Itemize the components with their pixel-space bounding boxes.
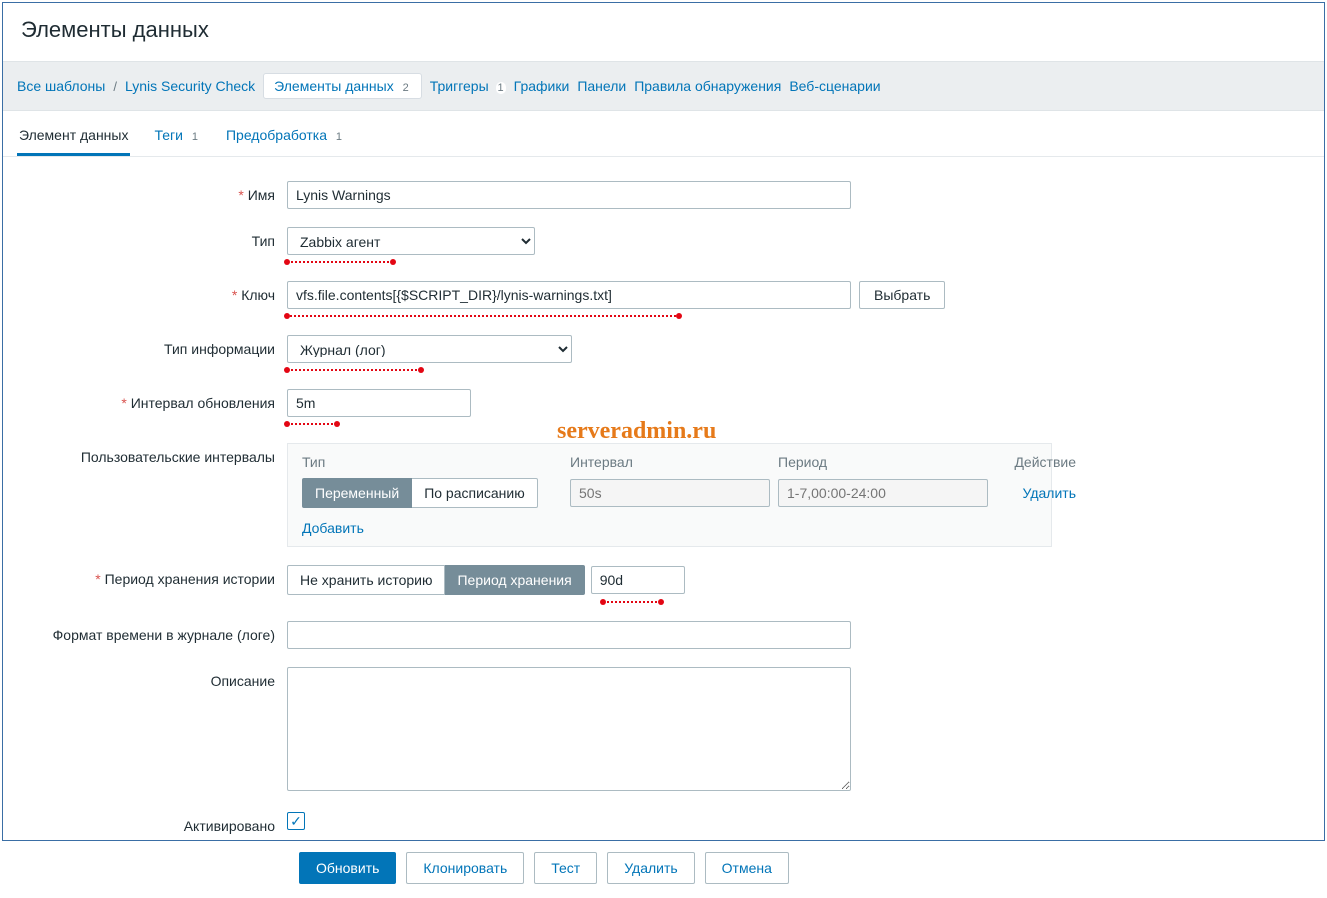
annotation-info-type — [287, 365, 421, 371]
tab-tags[interactable]: Теги 1 — [152, 119, 202, 156]
interval-scheduling-button[interactable]: По расписанию — [412, 478, 538, 508]
label-type: Тип — [17, 227, 287, 249]
interval-type-toggle: Переменный По расписанию — [302, 478, 562, 508]
interval-delete-link[interactable]: Удалить — [996, 485, 1076, 501]
tab-preprocessing[interactable]: Предобработка 1 — [224, 119, 346, 156]
description-textarea[interactable] — [287, 667, 851, 791]
type-select[interactable]: Zabbix агент — [287, 227, 535, 255]
annotation-type — [287, 257, 393, 263]
tab-preproc-label: Предобработка — [226, 127, 327, 143]
history-value-field[interactable] — [591, 566, 685, 594]
annotation-update-interval — [287, 419, 337, 425]
breadcrumb-triggers[interactable]: Триггеры 1 — [430, 78, 506, 94]
label-history: Период хранения истории — [17, 565, 287, 587]
label-description: Описание — [17, 667, 287, 689]
label-enabled: Активировано — [17, 812, 287, 834]
update-button[interactable]: Обновить — [299, 852, 396, 884]
interval-add-link[interactable]: Добавить — [302, 520, 364, 536]
tab-preproc-count: 1 — [334, 131, 344, 143]
update-interval-field[interactable] — [287, 389, 471, 417]
info-type-select[interactable]: Журнал (лог) — [287, 335, 572, 363]
label-update-interval: Интервал обновления — [17, 389, 287, 411]
test-button[interactable]: Тест — [534, 852, 597, 884]
tabs: Элемент данных Теги 1 Предобработка 1 — [3, 111, 1324, 157]
breadcrumb-discovery[interactable]: Правила обнаружения — [634, 78, 781, 94]
name-field[interactable] — [287, 181, 851, 209]
label-custom-intervals: Пользовательские интервалы — [17, 443, 287, 465]
cancel-button[interactable]: Отмена — [705, 852, 789, 884]
history-store-button[interactable]: Период хранения — [445, 565, 584, 595]
interval-flexible-button[interactable]: Переменный — [302, 478, 412, 508]
interval-value-field[interactable] — [570, 479, 770, 507]
annotation-history — [603, 597, 661, 603]
label-key: Ключ — [17, 281, 287, 303]
intervals-col-interval: Интервал — [570, 454, 770, 470]
label-info-type: Тип информации — [17, 335, 287, 357]
annotation-key — [287, 311, 679, 317]
select-button[interactable]: Выбрать — [859, 281, 945, 309]
tab-tags-count: 1 — [190, 131, 200, 143]
breadcrumb-triggers-label: Триггеры — [430, 78, 489, 94]
breadcrumb-web[interactable]: Веб-сценарии — [789, 78, 880, 94]
tab-tags-label: Теги — [154, 127, 182, 143]
history-no-store-button[interactable]: Не хранить историю — [287, 565, 445, 595]
intervals-col-type: Тип — [302, 454, 562, 470]
breadcrumb-items-label: Элементы данных — [274, 78, 394, 94]
breadcrumb-sep: / — [113, 79, 117, 94]
action-buttons: Обновить Клонировать Тест Удалить Отмена — [299, 852, 1310, 884]
form: Имя Тип Zabbix агент Ключ Выбрать — [3, 157, 1324, 898]
custom-intervals-box: Тип Интервал Период Действие Переменный … — [287, 443, 1052, 547]
log-time-format-field[interactable] — [287, 621, 851, 649]
breadcrumb-all-templates[interactable]: Все шаблоны — [17, 78, 105, 94]
tab-item[interactable]: Элемент данных — [17, 119, 130, 156]
breadcrumb-panels[interactable]: Панели — [577, 78, 626, 94]
label-log-time-format: Формат времени в журнале (логе) — [17, 621, 287, 643]
interval-period-field[interactable] — [778, 479, 988, 507]
breadcrumb-graphs[interactable]: Графики — [514, 78, 570, 94]
breadcrumb: Все шаблоны / Lynis Security Check Элеме… — [3, 61, 1324, 111]
key-field[interactable] — [287, 281, 851, 309]
breadcrumb-items-count: 2 — [401, 82, 411, 94]
history-storage-toggle: Не хранить историю Период хранения — [287, 565, 585, 595]
label-name: Имя — [17, 181, 287, 203]
clone-button[interactable]: Клонировать — [406, 852, 524, 884]
breadcrumb-template[interactable]: Lynis Security Check — [125, 78, 255, 94]
page-title: Элементы данных — [3, 3, 1324, 61]
enabled-checkbox[interactable]: ✓ — [287, 812, 305, 830]
intervals-col-action: Действие — [996, 454, 1076, 470]
breadcrumb-items[interactable]: Элементы данных 2 — [263, 73, 422, 99]
delete-button[interactable]: Удалить — [607, 852, 694, 884]
breadcrumb-triggers-count: 1 — [496, 82, 506, 94]
intervals-col-period: Период — [778, 454, 988, 470]
